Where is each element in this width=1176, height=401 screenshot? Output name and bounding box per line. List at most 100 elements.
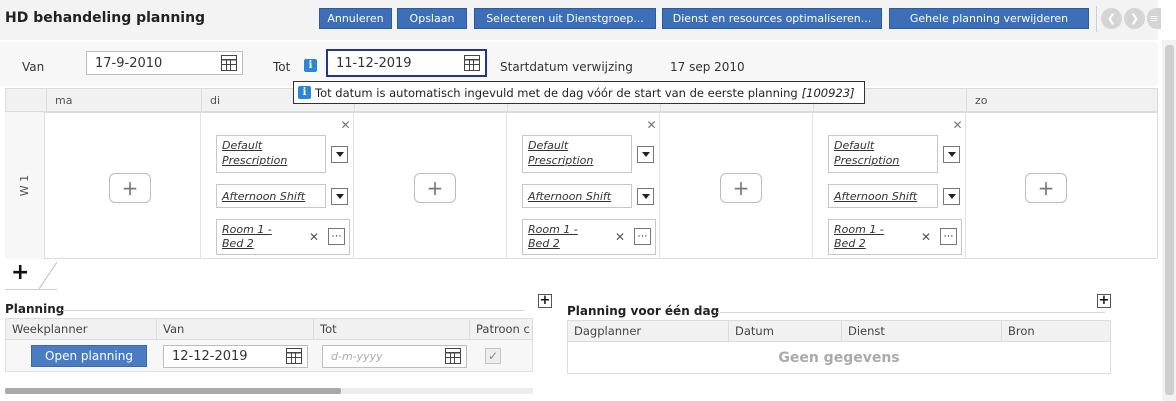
- patroon-checkbox[interactable]: ✓: [485, 348, 501, 364]
- start-date-value: 17 sep 2010: [670, 60, 745, 74]
- prescription-field[interactable]: Default Prescription: [522, 135, 632, 173]
- week-label-text: W 1: [18, 174, 31, 197]
- calendar-icon[interactable]: [286, 348, 302, 364]
- cell-divider: [200, 112, 201, 259]
- week-label: W 1: [5, 112, 45, 259]
- col-van: Van: [156, 319, 313, 339]
- shift-dropdown-icon[interactable]: [943, 188, 960, 205]
- shift-field[interactable]: Afternoon Shift: [216, 184, 326, 208]
- planning-tot-placeholder: d-m-yyyy: [331, 350, 383, 363]
- remove-entry-icon[interactable]: ✕: [952, 119, 963, 131]
- calendar-icon[interactable]: [221, 55, 237, 71]
- prescription-field[interactable]: Default Prescription: [216, 135, 326, 173]
- prescription-line2: Prescription: [528, 154, 594, 167]
- clear-room-icon[interactable]: ✕: [309, 230, 319, 244]
- shift-value: Afternoon Shift: [528, 190, 612, 203]
- prescription-dropdown-icon[interactable]: [637, 146, 654, 163]
- day-planning-table-header: Dagplanner Datum Dienst Bron: [567, 320, 1111, 342]
- tooltip: i Tot datum is automatisch ingevuld met …: [293, 81, 865, 104]
- shift-value: Afternoon Shift: [222, 190, 306, 203]
- col-weekplanner: Weekplanner: [12, 322, 88, 336]
- save-button[interactable]: Opslaan: [397, 8, 467, 29]
- clear-room-icon[interactable]: ✕: [921, 230, 931, 244]
- shift-field[interactable]: Afternoon Shift: [828, 184, 938, 208]
- chevron-right-icon[interactable]: ❯: [1124, 8, 1145, 29]
- calendar-icon[interactable]: [445, 348, 461, 364]
- select-from-servicegroup-button[interactable]: Selecteren uit Dienstgroep...: [474, 8, 656, 29]
- day-header-ma: ma: [46, 89, 201, 111]
- menu-icon[interactable]: ≡: [1147, 8, 1161, 29]
- prescription-line2: Prescription: [834, 154, 900, 167]
- table-row: Open planning 12-12-2019 d-m-yyyy ✓: [5, 340, 533, 372]
- planning-table-header: Weekplanner Van Tot Patroon c: [5, 318, 533, 340]
- horizontal-scrollbar-thumb[interactable]: [5, 388, 341, 394]
- shift-field[interactable]: Afternoon Shift: [522, 184, 632, 208]
- shift-entry-za: ✕ Default Prescription Afternoon Shift R…: [828, 118, 968, 258]
- cancel-button[interactable]: Annuleren: [319, 8, 392, 29]
- col-dagplanner: Dagplanner: [574, 324, 642, 338]
- tab-slant: [38, 262, 57, 290]
- prescription-dropdown-icon[interactable]: [331, 146, 348, 163]
- shift-dropdown-icon[interactable]: [637, 188, 654, 205]
- prescription-line1: Default: [528, 139, 569, 152]
- section-divider: [62, 310, 524, 311]
- room-line2: Bed 2: [528, 237, 560, 250]
- add-day-planning-button[interactable]: +: [1097, 294, 1111, 308]
- day-header-zo: zo: [966, 89, 1157, 111]
- section-divider: [717, 312, 1105, 313]
- tot-date-value: 11-12-2019: [336, 55, 412, 71]
- room-field[interactable]: Room 1 - Bed 2 ✕ ⋯: [216, 219, 350, 255]
- add-shift-button-wo[interactable]: +: [414, 173, 456, 203]
- room-field[interactable]: Room 1 - Bed 2 ✕ ⋯: [828, 219, 962, 255]
- van-label: Van: [22, 60, 45, 74]
- tooltip-code: [100923]: [801, 85, 855, 100]
- add-shift-button-ma[interactable]: +: [109, 173, 151, 203]
- prescription-line2: Prescription: [222, 154, 288, 167]
- add-shift-button-zo[interactable]: +: [1025, 173, 1067, 203]
- room-line1: Room 1 -: [222, 223, 272, 236]
- col-bron: Bron: [1001, 321, 1111, 341]
- remove-entry-icon[interactable]: ✕: [340, 119, 351, 131]
- prescription-field[interactable]: Default Prescription: [828, 135, 938, 173]
- col-dienst: Dienst: [841, 321, 1001, 341]
- info-icon[interactable]: i: [304, 59, 317, 72]
- vertical-scrollbar-thumb[interactable]: [1165, 45, 1174, 395]
- shift-entry-di: ✕ Default Prescription Afternoon Shift R…: [216, 118, 356, 258]
- header-divider: [1096, 6, 1097, 32]
- prescription-dropdown-icon[interactable]: [943, 146, 960, 163]
- tot-date-field[interactable]: 11-12-2019: [326, 49, 487, 77]
- planning-van-value: 12-12-2019: [172, 349, 248, 364]
- calendar-icon[interactable]: [464, 55, 480, 71]
- open-planning-button[interactable]: Open planning: [31, 345, 147, 367]
- add-planning-button[interactable]: +: [538, 294, 552, 308]
- page-title: HD behandeling planning: [5, 10, 206, 26]
- empty-state: Geen gegevens: [567, 342, 1111, 374]
- delete-planning-button[interactable]: Gehele planning verwijderen: [889, 8, 1089, 29]
- shift-value: Afternoon Shift: [834, 190, 918, 203]
- cell-divider: [812, 112, 813, 259]
- clear-room-icon[interactable]: ✕: [615, 230, 625, 244]
- van-date-field[interactable]: 17-9-2010: [86, 51, 243, 75]
- optimize-resources-button[interactable]: Dienst en resources optimaliseren...: [662, 8, 882, 29]
- tot-label: Tot: [273, 60, 291, 74]
- planning-tot-field[interactable]: d-m-yyyy: [322, 345, 467, 368]
- chevron-left-icon[interactable]: ❮: [1101, 8, 1122, 29]
- prescription-line1: Default: [222, 139, 263, 152]
- tooltip-text: Tot datum is automatisch ingevuld met de…: [315, 85, 798, 100]
- info-icon: i: [298, 86, 311, 99]
- start-date-label: Startdatum verwijzing: [500, 60, 633, 74]
- planning-section-title: Planning: [5, 302, 65, 316]
- shift-entry-do: ✕ Default Prescription Afternoon Shift R…: [522, 118, 662, 258]
- add-week-tab[interactable]: +: [5, 260, 57, 290]
- add-shift-button-vr[interactable]: +: [720, 173, 762, 203]
- more-options-icon[interactable]: ⋯: [634, 228, 651, 245]
- van-date-value: 17-9-2010: [95, 55, 163, 71]
- room-field[interactable]: Room 1 - Bed 2 ✕ ⋯: [522, 219, 656, 255]
- shift-dropdown-icon[interactable]: [331, 188, 348, 205]
- room-line2: Bed 2: [834, 237, 866, 250]
- col-datum: Datum: [728, 321, 841, 341]
- more-options-icon[interactable]: ⋯: [328, 228, 345, 245]
- remove-entry-icon[interactable]: ✕: [646, 119, 657, 131]
- planning-van-field[interactable]: 12-12-2019: [163, 345, 308, 368]
- more-options-icon[interactable]: ⋯: [940, 228, 957, 245]
